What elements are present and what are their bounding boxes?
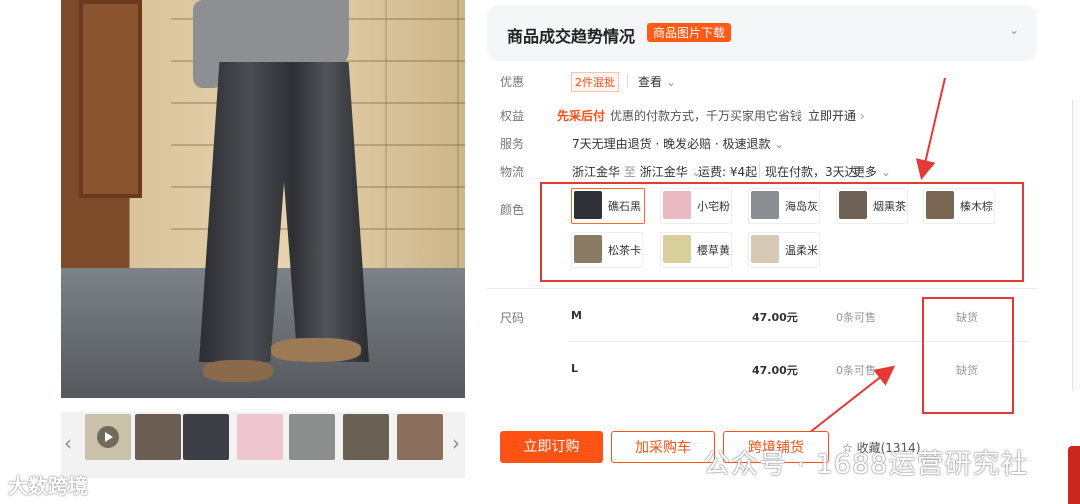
annotation-arrows xyxy=(799,77,946,441)
arrow-to-colors xyxy=(915,77,946,180)
buy-now-button[interactable]: 立即订购 xyxy=(500,431,603,463)
right-edge-thumbnail xyxy=(1068,446,1080,504)
watermark-right: 公众号 · 1688运营研究社 xyxy=(703,449,1029,480)
add-to-cart-button[interactable]: 加采购车 xyxy=(611,431,715,463)
right-side-panel xyxy=(1072,100,1080,390)
arrow-to-stock xyxy=(799,365,896,441)
